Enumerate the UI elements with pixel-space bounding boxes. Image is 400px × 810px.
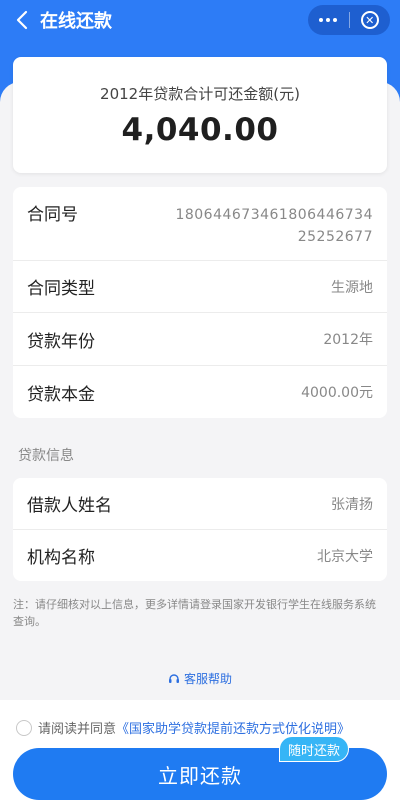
- row-label: 贷款本金: [27, 384, 95, 405]
- page-title: 在线还款: [40, 11, 112, 32]
- notice-text: 注：请仔细核对以上信息，更多详情请登录国家开发银行学生在线服务系统查询。: [13, 598, 376, 628]
- anytime-repay-badge: 随时还款: [279, 736, 350, 762]
- close-button[interactable]: ✕: [349, 5, 390, 35]
- loan-principal-row: 贷款本金 4000.00元: [13, 366, 387, 418]
- row-value: 4000.00元: [301, 385, 373, 401]
- amount-value: 4,040.00: [121, 112, 279, 148]
- row-label: 机构名称: [27, 548, 95, 568]
- bottom-action-bar: 请阅读并同意 《国家助学贷款提前还款方式优化说明》 立即还款 随时还款: [0, 700, 400, 810]
- agreement-prefix: 请阅读并同意: [38, 722, 117, 737]
- more-dots-icon: [319, 18, 338, 22]
- row-label: 合同号: [27, 205, 78, 225]
- agreement-row: 请阅读并同意 《国家助学贷款提前还款方式优化说明》: [16, 718, 350, 737]
- loan-details-card: 合同号 18064467346180644673425252677 合同类型 生…: [13, 187, 387, 418]
- row-label: 合同类型: [27, 279, 95, 299]
- loan-year-row: 贷款年份 2012年: [13, 313, 387, 366]
- institution-row: 机构名称 北京大学: [13, 530, 387, 581]
- row-value: 生源地: [331, 279, 373, 296]
- help-label: 客服帮助: [183, 672, 232, 686]
- row-label: 借款人姓名: [27, 496, 112, 516]
- row-label: 贷款年份: [27, 331, 95, 352]
- customer-service-link[interactable]: 客服帮助: [0, 670, 400, 687]
- back-button[interactable]: [4, 0, 40, 40]
- more-button[interactable]: [308, 5, 349, 35]
- row-value: 2012年: [323, 332, 373, 348]
- section-title-loan-info: 贷款信息: [18, 448, 74, 464]
- row-value: 北京大学: [317, 548, 373, 565]
- contract-number-row: 合同号 18064467346180644673425252677: [13, 187, 387, 261]
- row-value: 张清扬: [331, 496, 373, 513]
- amount-label: 2012年贷款合计可还金额(元): [100, 85, 300, 103]
- back-arrow-icon: [16, 10, 28, 30]
- borrower-name-row: 借款人姓名 张清扬: [13, 478, 387, 530]
- close-circle-icon: ✕: [360, 11, 379, 29]
- nav-bar: 在线还款 ✕: [0, 0, 400, 40]
- row-value: 18064467346180644673425252677: [175, 207, 373, 245]
- agreement-link[interactable]: 《国家助学贷款提前还款方式优化说明》: [116, 718, 350, 737]
- contract-type-row: 合同类型 生源地: [13, 261, 387, 313]
- mini-program-capsule: ✕: [308, 5, 390, 35]
- agreement-checkbox[interactable]: [16, 719, 32, 736]
- borrower-card: 借款人姓名 张清扬 机构名称 北京大学: [13, 478, 387, 581]
- amount-card: 2012年贷款合计可还金额(元) 4,040.00: [13, 57, 387, 173]
- headset-icon: [168, 673, 179, 683]
